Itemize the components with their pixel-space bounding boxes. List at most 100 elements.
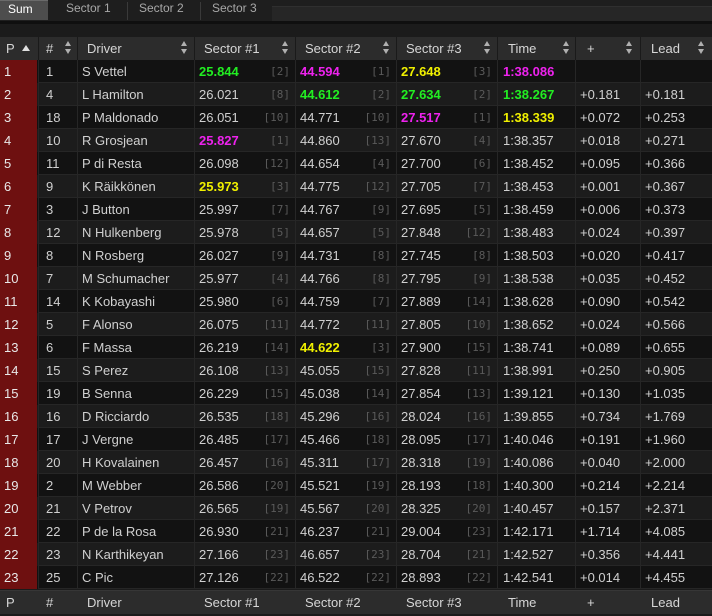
driver-name-cell: P Maldonado xyxy=(82,110,159,125)
table-row[interactable]: 98 N Rosberg 26.027 [9] 44.731 [8] 27.745 [8] 1:… xyxy=(0,244,712,267)
position-cell: 18 xyxy=(0,451,37,474)
column-divider xyxy=(77,221,78,244)
header-position[interactable]: P xyxy=(6,37,15,60)
column-divider xyxy=(575,267,576,290)
column-divider xyxy=(497,106,498,129)
driver-name-cell: N Karthikeyan xyxy=(82,547,164,562)
sector-1-time-cell: 27.126 xyxy=(199,570,239,585)
lap-time-cell: 1:38.452 xyxy=(503,156,554,171)
column-divider xyxy=(38,106,39,129)
table-row[interactable]: 23 25 C Pic 27.126 [22] 46.522 [22] 28.893 [22] 1… xyxy=(0,566,712,589)
sort-arrows-icon[interactable] xyxy=(282,41,289,55)
header-number[interactable]: # xyxy=(46,37,53,60)
column-divider xyxy=(194,566,195,589)
sort-arrows-icon[interactable] xyxy=(626,41,633,55)
position-cell: 9 xyxy=(0,244,37,267)
column-divider xyxy=(497,428,498,451)
sector-1-rank-cell: [20] xyxy=(263,479,291,492)
table-row[interactable]: 4 10 R Grosjean 25.827 [1] 44.860 [13] 27.670 [4… xyxy=(0,129,712,152)
table-row[interactable]: 17 17 J Vergne 26.485 [17] 45.466 [18] 28.095 [1… xyxy=(0,428,712,451)
sector-2-time-cell: 46.237 xyxy=(300,524,340,539)
column-divider xyxy=(38,336,39,359)
lap-time-cell: 1:40.086 xyxy=(503,455,554,470)
table-row[interactable]: 12 5 F Alonso 26.075 [11] 44.772 [11] 27.805 [10… xyxy=(0,313,712,336)
column-divider xyxy=(640,359,641,382)
sector-1-rank-cell: [13] xyxy=(263,364,291,377)
table-row[interactable]: 5 11 P di Resta 26.098 [12] 44.654 [4] 27.700 [6… xyxy=(0,152,712,175)
sort-arrows-icon[interactable] xyxy=(383,41,390,55)
sort-arrows-icon[interactable] xyxy=(484,41,491,55)
column-divider xyxy=(295,267,296,290)
gap-to-ahead-cell: +1.714 xyxy=(580,524,621,539)
driver-name-cell: D Ricciardo xyxy=(82,409,150,424)
sort-arrows-icon[interactable] xyxy=(563,41,570,55)
car-number-cell: 19 xyxy=(46,386,61,401)
header-driver[interactable]: Driver xyxy=(87,37,122,60)
driver-name-cell: F Massa xyxy=(82,340,132,355)
sort-arrows-icon[interactable] xyxy=(181,41,188,55)
column-divider xyxy=(640,543,641,566)
sector-1-rank-cell: [11] xyxy=(263,318,291,331)
table-row[interactable]: 69 K Räikkönen 25.973 [3] 44.775 [12] 27.705 [7… xyxy=(0,175,712,198)
sector-3-time-cell: 27.648 xyxy=(401,64,441,79)
column-divider xyxy=(77,543,78,566)
position-cell: 11 xyxy=(0,290,37,313)
table-row[interactable]: 10 7 M Schumacher 25.977 [4] 44.766 [8] 27.795 [… xyxy=(0,267,712,290)
column-divider xyxy=(640,129,641,152)
table-row[interactable]: 14 15 S Perez 26.108 [13] 45.055 [15] 27.828 [11… xyxy=(0,359,712,382)
table-row[interactable]: 24 L Hamilton 26.021 [8] 44.612 [2] 27.634 [2] 1… xyxy=(0,83,712,106)
column-divider xyxy=(77,336,78,359)
sector-3-rank-cell: [13] xyxy=(465,387,493,400)
column-divider xyxy=(77,83,78,106)
sector-3-time-cell: 28.318 xyxy=(401,455,441,470)
sector-2-time-cell: 45.055 xyxy=(300,363,340,378)
sector-1-rank-cell: [10] xyxy=(263,111,291,124)
sector-3-rank-cell: [15] xyxy=(465,341,493,354)
column-divider xyxy=(575,566,576,589)
sort-ascending-icon[interactable] xyxy=(22,45,30,51)
tab-sum[interactable]: Sum xyxy=(0,0,48,20)
tab-sector-1[interactable]: Sector 1 xyxy=(56,0,126,20)
car-number-cell: 8 xyxy=(46,248,54,263)
sort-arrows-icon[interactable] xyxy=(698,41,705,55)
lap-time-cell: 1:38.652 xyxy=(503,317,554,332)
table-row[interactable]: 21 22 P de la Rosa 26.930 [21] 46.237 [21] 29.0… xyxy=(0,520,712,543)
sector-1-rank-cell: [15] xyxy=(263,387,291,400)
footer-sector-2: Sector #2 xyxy=(305,595,361,610)
column-divider xyxy=(640,520,641,543)
header-sector-2[interactable]: Sector #2 xyxy=(305,37,361,60)
header-time[interactable]: Time xyxy=(508,37,536,60)
lap-time-cell: 1:39.121 xyxy=(503,386,554,401)
driver-name-cell: N Rosberg xyxy=(82,248,145,263)
lap-time-cell: 1:38.483 xyxy=(503,225,554,240)
table-row[interactable]: 3 18 P Maldonado 26.051 [10] 44.771 [10] 27.517… xyxy=(0,106,712,129)
tab-sector-3[interactable]: Sector 3 xyxy=(202,0,272,20)
table-row[interactable]: 18 20 H Kovalainen 26.457 [16] 45.311 [17] 28.3… xyxy=(0,451,712,474)
table-row[interactable]: 13 6 F Massa 26.219 [14] 44.622 [3] 27.900 [15] 1… xyxy=(0,336,712,359)
gap-to-leader-cell: +0.417 xyxy=(645,248,686,263)
column-divider xyxy=(396,566,397,589)
driver-name-cell: M Schumacher xyxy=(82,271,170,286)
sort-arrows-icon[interactable] xyxy=(65,41,72,55)
table-row[interactable]: 16 16 D Ricciardo 26.535 [18] 45.296 [16] 28.02… xyxy=(0,405,712,428)
table-row[interactable]: 19 2 M Webber 26.586 [20] 45.521 [19] 28.193 [18… xyxy=(0,474,712,497)
header-sector-3[interactable]: Sector #3 xyxy=(406,37,462,60)
table-row[interactable]: 11 14 K Kobayashi 25.980 [6] 44.759 [7] 27.889 [… xyxy=(0,290,712,313)
table-row[interactable]: 15 19 B Senna 26.229 [15] 45.038 [14] 27.854 [13… xyxy=(0,382,712,405)
header-plus[interactable]: + xyxy=(587,37,595,60)
column-divider xyxy=(396,359,397,382)
table-row[interactable]: 20 21 V Petrov 26.565 [19] 45.567 [20] 28.325 [2… xyxy=(0,497,712,520)
table-row[interactable]: 8 12 N Hulkenberg 25.978 [5] 44.657 [5] 27.848 [… xyxy=(0,221,712,244)
header-sector-1[interactable]: Sector #1 xyxy=(204,37,260,60)
car-number-cell: 15 xyxy=(46,363,61,378)
tab-sector-2[interactable]: Sector 2 xyxy=(129,0,199,20)
header-lead[interactable]: Lead xyxy=(651,37,680,60)
table-row[interactable]: 11 S Vettel 25.844 [2] 44.594 [1] 27.648 [3] 1:3… xyxy=(0,60,712,83)
table-row[interactable]: 73 J Button 25.997 [7] 44.767 [9] 27.695 [5] 1:3… xyxy=(0,198,712,221)
footer-plus: + xyxy=(587,595,595,610)
sector-3-rank-cell: [5] xyxy=(472,203,492,216)
column-divider xyxy=(77,267,78,290)
sector-1-time-cell: 25.844 xyxy=(199,64,239,79)
column-divider xyxy=(38,83,39,106)
table-row[interactable]: 22 23 N Karthikeyan 27.166 [23] 46.657 [23] 28.… xyxy=(0,543,712,566)
